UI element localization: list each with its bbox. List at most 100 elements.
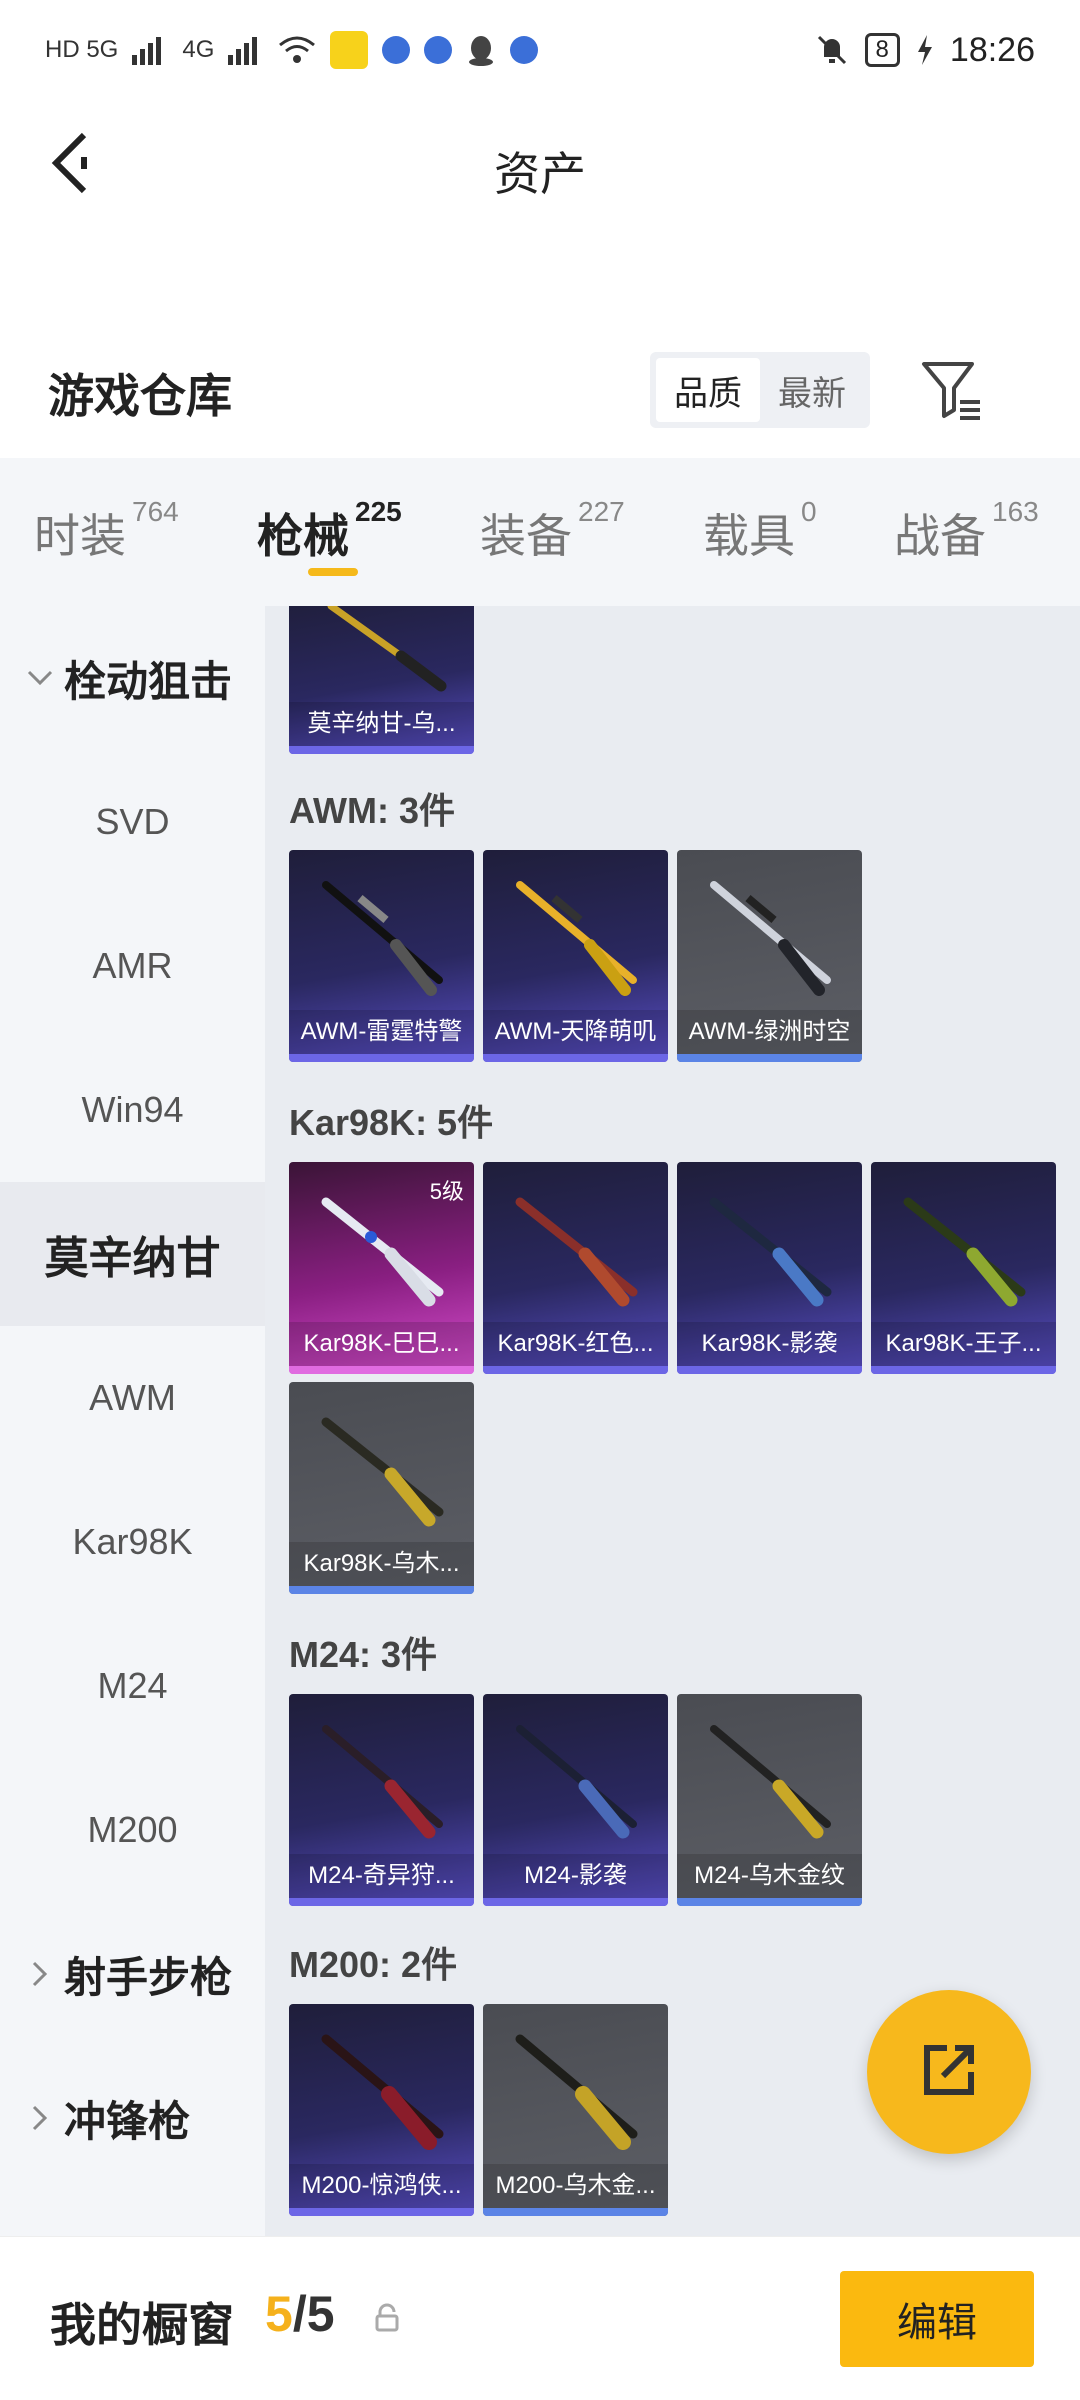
tab-vehicles[interactable]: 载具 0	[703, 496, 817, 566]
sort-latest-option[interactable]: 最新	[760, 358, 864, 422]
item-label: M200-乌木金...	[483, 2164, 668, 2208]
sidebar-item-svd[interactable]: SVD	[0, 750, 265, 894]
sidebar-item-m24[interactable]: M24	[0, 1614, 265, 1758]
sidebar-item-amr[interactable]: AMR	[0, 894, 265, 1038]
sidebar-item-win94[interactable]: Win94	[0, 1038, 265, 1182]
item-label: M24-乌木金纹	[677, 1854, 862, 1898]
tab-equipment[interactable]: 装备 227	[480, 496, 625, 566]
item-card[interactable]: Kar98K-影袭	[677, 1162, 862, 1374]
tab-count: 163	[992, 496, 1039, 527]
group-title-kar98k: Kar98K: 5件	[289, 1102, 494, 1143]
item-label: AWM-天降萌叽	[483, 1010, 668, 1054]
item-card[interactable]: M24-奇异狩...	[289, 1694, 474, 1906]
item-label: M24-奇异狩...	[289, 1854, 474, 1898]
tab-label: 时装	[34, 510, 126, 562]
share-button[interactable]	[867, 1990, 1031, 2154]
app-icon	[330, 31, 369, 69]
status-bar-right: 8 18:26	[815, 31, 1035, 70]
rarity-bar	[289, 2208, 474, 2216]
mute-icon	[815, 33, 849, 67]
tab-label: 载具	[703, 510, 795, 562]
item-card[interactable]: 莫辛纳甘-乌...	[289, 606, 474, 754]
showcase-bar: 我的橱窗 5/5 编辑	[0, 2236, 1080, 2400]
lock-icon	[372, 2303, 402, 2333]
rarity-bar	[289, 1366, 474, 1374]
item-card[interactable]: M24-乌木金纹	[677, 1694, 862, 1906]
rarity-bar	[871, 1366, 1056, 1374]
item-label: AWM-绿洲时空	[677, 1010, 862, 1054]
edit-button[interactable]: 编辑	[840, 2271, 1034, 2367]
sort-toggle: 品质 最新	[650, 352, 870, 428]
item-card[interactable]: AWM-绿洲时空	[677, 850, 862, 1062]
item-card[interactable]: M24-影袭	[483, 1694, 668, 1906]
qq-icon	[466, 34, 496, 66]
item-card[interactable]: M200-惊鸿侠...	[289, 2004, 474, 2216]
sidebar-item-m200[interactable]: M200	[0, 1758, 265, 1902]
rarity-bar	[289, 1054, 474, 1062]
showcase-title: 我的橱窗	[50, 2299, 234, 2351]
sidebar-group-bolt-action[interactable]: 栓动狙击	[0, 606, 265, 750]
rarity-bar	[483, 1366, 668, 1374]
sidebar-group-smg[interactable]: 冲锋枪	[0, 2046, 265, 2190]
item-card[interactable]: Kar98K-王子...	[871, 1162, 1056, 1374]
tab-fashion[interactable]: 时装 764	[34, 496, 179, 566]
chevron-down-icon	[20, 670, 60, 686]
item-label: Kar98K-红色...	[483, 1322, 668, 1366]
rifle-icon	[515, 1197, 638, 1307]
item-card[interactable]: Kar98K-乌木...	[289, 1382, 474, 1594]
sidebar-group-label: 栓动狙击	[64, 657, 233, 705]
rarity-bar	[483, 1898, 668, 1906]
rifle-icon	[903, 1197, 1026, 1307]
item-card[interactable]: Kar98K-红色...	[483, 1162, 668, 1374]
item-card[interactable]: M200-乌木金...	[483, 2004, 668, 2216]
rifle-icon	[515, 2034, 638, 2150]
wifi-icon	[278, 35, 316, 65]
rarity-bar	[677, 1054, 862, 1062]
hd-icon: HD 5G	[45, 36, 119, 63]
tab-supplies[interactable]: 战备 163	[894, 496, 1039, 566]
item-card[interactable]: 5级 Kar98K-巳巳...	[289, 1162, 474, 1374]
showcase-total-count: /5	[292, 2286, 335, 2342]
sidebar-item-mosin[interactable]: 莫辛纳甘	[0, 1182, 265, 1326]
signal-icon	[132, 35, 168, 65]
rifle-icon	[710, 1725, 831, 1839]
item-card[interactable]: AWM-雷霆特警	[289, 850, 474, 1062]
filter-icon	[920, 362, 984, 426]
share-icon	[917, 2038, 981, 2107]
sidebar-item-kar98k[interactable]: Kar98K	[0, 1470, 265, 1614]
sidebar-item-awm[interactable]: AWM	[0, 1326, 265, 1470]
rifle-icon	[516, 1725, 637, 1839]
group-title-m200: M200: 2件	[289, 1944, 458, 1985]
tab-count: 225	[355, 496, 402, 527]
warehouse-header: 游戏仓库 品质 最新	[0, 330, 1080, 450]
status-bar: HD 5G 4G 8 18:26	[0, 0, 1080, 100]
showcase-count: 5/5	[265, 2285, 335, 2343]
filter-button[interactable]	[920, 358, 984, 422]
tab-label: 装备	[480, 510, 572, 562]
rarity-bar	[289, 1586, 474, 1594]
rifle-icon	[321, 1197, 444, 1307]
showcase-current-count: 5	[265, 2286, 293, 2342]
tab-guns[interactable]: 枪械 225	[257, 496, 402, 566]
item-label: M200-惊鸿侠...	[289, 2164, 474, 2208]
app-dot-icon	[382, 36, 411, 64]
sidebar-group-dmr[interactable]: 射手步枪	[0, 1902, 265, 2046]
sidebar-group-label: 射手步枪	[64, 1953, 233, 2001]
header: 资产	[0, 100, 1080, 235]
chevron-right-icon	[20, 1961, 60, 1987]
tab-label: 战备	[894, 510, 986, 562]
item-label: Kar98K-巳巳...	[289, 1322, 474, 1366]
rifle-icon	[516, 881, 637, 996]
rifle-icon	[710, 881, 831, 996]
tab-count: 0	[801, 496, 817, 527]
sidebar-group-label: 冲锋枪	[64, 2097, 191, 2145]
battery-icon: 8	[864, 33, 900, 67]
rarity-bar	[289, 1898, 474, 1906]
item-label: 莫辛纳甘-乌...	[289, 702, 474, 746]
item-card[interactable]: AWM-天降萌叽	[483, 850, 668, 1062]
signal-icon	[228, 35, 264, 65]
tab-label: 枪械	[257, 510, 349, 562]
sort-quality-option[interactable]: 品质	[656, 358, 760, 422]
item-label: Kar98K-影袭	[677, 1322, 862, 1366]
rarity-bar	[677, 1898, 862, 1906]
